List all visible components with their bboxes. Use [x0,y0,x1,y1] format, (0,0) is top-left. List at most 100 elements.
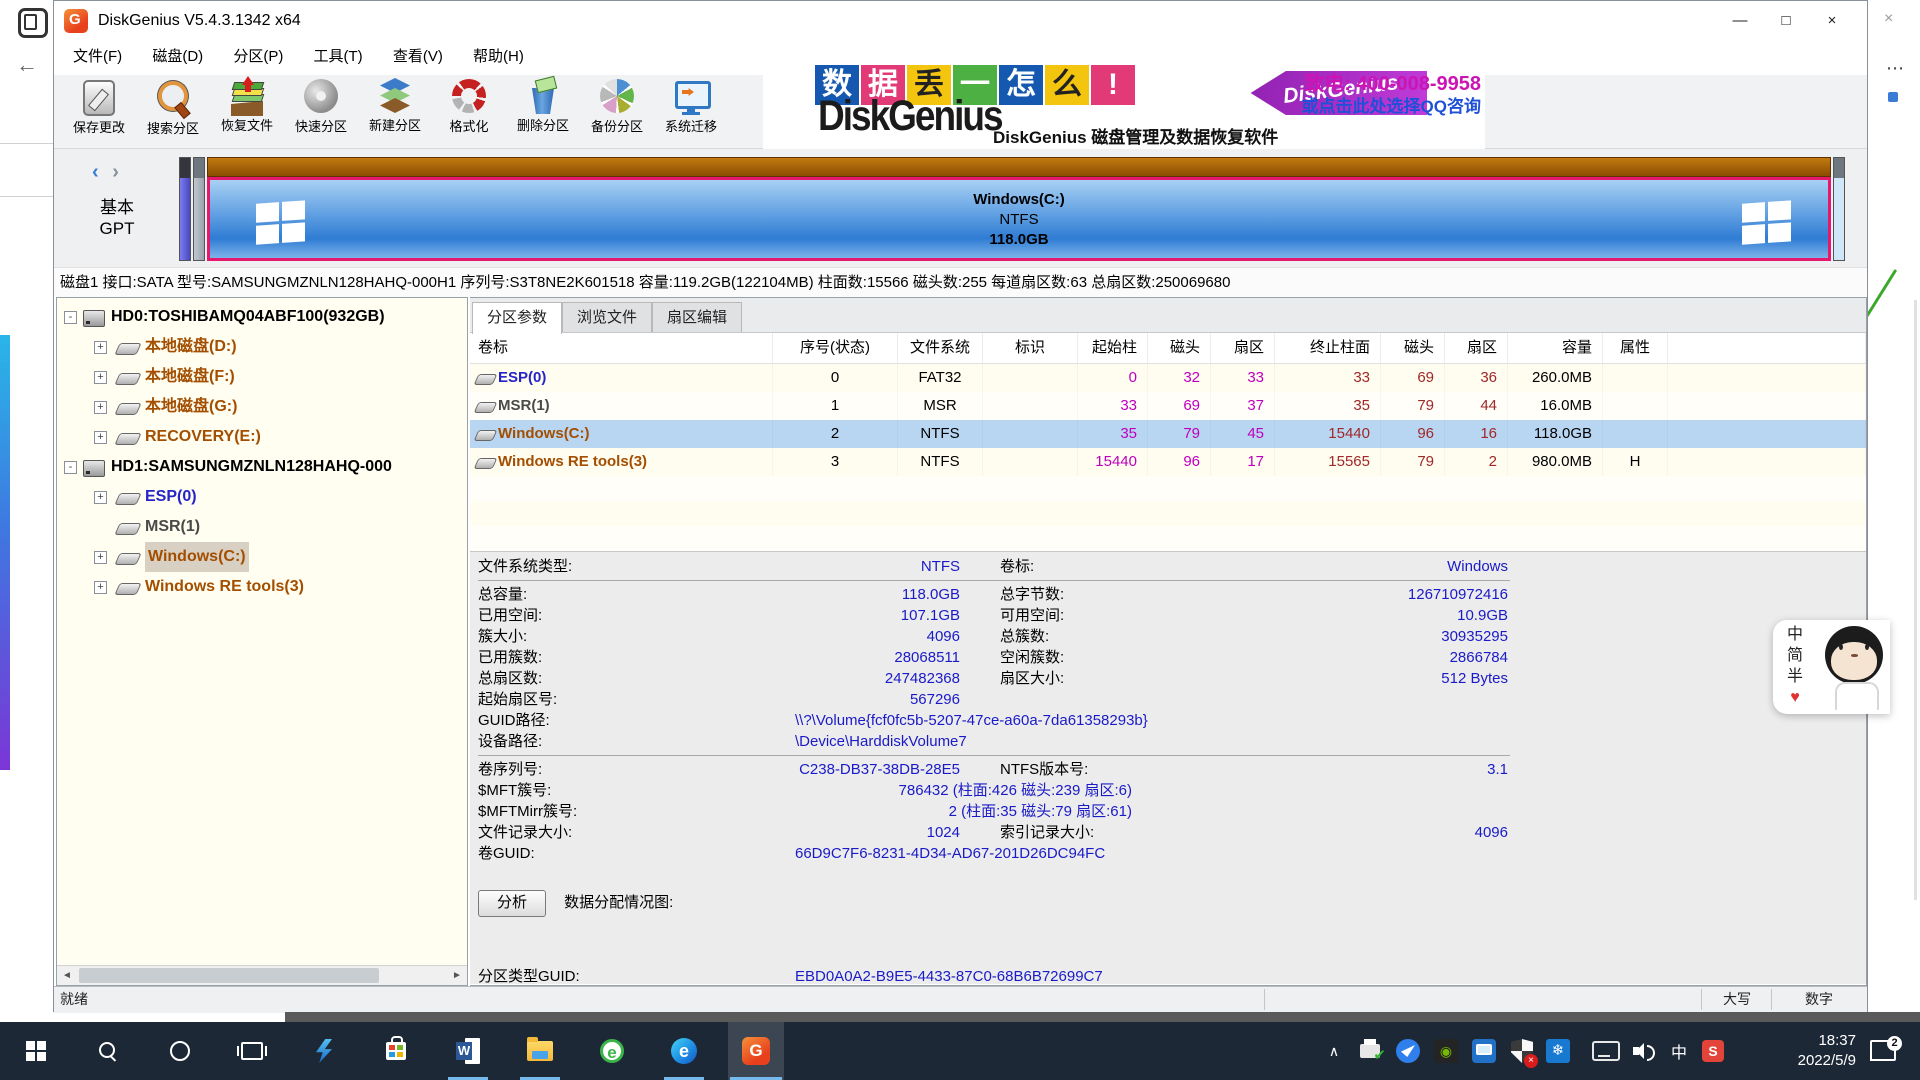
analyze-button[interactable]: 分析 [478,890,546,917]
expander-icon[interactable]: + [94,431,107,444]
col-start-cyl[interactable]: 起始柱面 [1078,333,1148,363]
cortana-button[interactable] [152,1022,208,1080]
tray-touch-keyboard[interactable] [1588,1022,1624,1080]
tray-printer[interactable]: ✔ [1352,1022,1388,1080]
taskbar-search-button[interactable] [80,1022,136,1080]
expander-icon[interactable]: + [94,401,107,414]
col-start-head[interactable]: 磁头 [1148,333,1211,363]
ime-mode-simplified[interactable]: 简 [1785,645,1805,666]
backup-partition-button[interactable]: 备份分区 [580,77,654,147]
tree-item-local-f[interactable]: + 本地磁盘(F:) [57,362,467,392]
taskbar-app-flash[interactable] [296,1022,352,1080]
tray-intel-graphics[interactable] [1466,1022,1502,1080]
back-arrow-icon[interactable]: ← [16,52,38,78]
tab-partition-params[interactable]: 分区参数 [472,302,562,334]
table-row-windows-c[interactable]: Windows(C:) 2 NTFS 35 79 45 15440 96 16 … [470,420,1866,448]
col-volume[interactable]: 卷标 [470,333,773,363]
ime-mode-cn[interactable]: 中 [1785,624,1805,645]
taskbar-app-diskgenius[interactable]: G [728,1022,784,1080]
system-migration-button[interactable]: 系统迁移 [654,77,728,147]
prev-disk-icon[interactable]: ‹ [92,161,99,183]
minimize-button[interactable]: — [1717,1,1763,41]
tree-horizontal-scrollbar[interactable]: ◄ ► [57,965,467,985]
expander-icon[interactable]: + [94,341,107,354]
ime-mode-half[interactable]: 半 [1785,666,1805,687]
tray-nvidia[interactable]: ◉ [1428,1022,1464,1080]
expander-icon[interactable]: - [64,311,77,324]
tray-snowflake-app[interactable]: ❄ [1540,1022,1576,1080]
heart-icon[interactable]: ♥ [1785,687,1805,708]
expander-icon[interactable]: + [94,371,107,384]
expander-icon[interactable]: + [94,581,107,594]
menu-tools[interactable]: 工具(T) [301,41,376,73]
quick-partition-button[interactable]: 快速分区 [284,77,358,147]
tray-feishu[interactable] [1390,1022,1426,1080]
col-end-head[interactable]: 磁头 [1381,333,1445,363]
col-filesystem[interactable]: 文件系统 [898,333,983,363]
windows-c-partition-bar[interactable]: Windows(C:) NTFS 118.0GB [207,157,1831,261]
close-button[interactable]: × [1809,1,1855,41]
menu-partition[interactable]: 分区(P) [220,41,296,73]
expander-icon[interactable]: - [64,461,77,474]
tree-item-windows-re[interactable]: + Windows RE tools(3) [57,572,467,602]
col-capacity[interactable]: 容量 [1508,333,1603,363]
taskbar-app-store[interactable] [368,1022,424,1080]
taskbar-app-ie[interactable]: e [584,1022,640,1080]
maximize-button[interactable]: □ [1763,1,1809,41]
col-tag[interactable]: 标识 [983,333,1078,363]
delete-partition-button[interactable]: 删除分区 [506,77,580,147]
tree-item-hd0[interactable]: - HD0:TOSHIBAMQ04ABF100(932GB) [57,302,467,332]
tray-volume[interactable] [1626,1022,1662,1080]
taskbar-app-word[interactable]: W [440,1022,496,1080]
tray-sogou[interactable]: S [1698,1022,1728,1080]
scrollbar-thumb[interactable] [79,968,379,983]
expander-icon[interactable]: + [94,551,107,564]
menu-view[interactable]: 查看(V) [380,41,456,73]
menu-file[interactable]: 文件(F) [60,41,135,73]
tab-browse-files[interactable]: 浏览文件 [562,302,652,332]
scroll-left-icon[interactable]: ◄ [57,966,77,985]
background-close-icon[interactable]: × [1884,10,1893,28]
tray-ime[interactable]: 中 [1664,1022,1694,1080]
next-disk-icon[interactable]: › [112,161,119,183]
taskbar-app-edge[interactable]: e [656,1022,712,1080]
table-row-esp[interactable]: ESP(0) 0 FAT32 0 32 33 33 69 36 260.0MB [470,364,1866,392]
start-button[interactable] [8,1022,64,1080]
tab-sector-edit[interactable]: 扇区编辑 [652,302,742,332]
tree-item-recovery-e[interactable]: + RECOVERY(E:) [57,422,467,452]
search-partition-button[interactable]: 搜索分区 [136,77,210,147]
menu-help[interactable]: 帮助(H) [460,41,537,73]
scroll-right-icon[interactable]: ► [447,966,467,985]
esp-partition-bar[interactable] [179,157,191,261]
tree-item-windows-c[interactable]: + Windows(C:) [57,542,467,572]
ad-banner[interactable]: 数据丢一怎么! DiskGenius DiskGenius 致电: 400-00… [763,65,1485,149]
background-scrollbar[interactable] [1914,300,1917,900]
col-index-status[interactable]: 序号(状态) [773,333,898,363]
taskbar-clock[interactable]: 18:37 2022/5/9 [1760,1031,1856,1071]
tree-item-msr[interactable]: MSR(1) [57,512,467,542]
format-button[interactable]: 格式化 [432,77,506,147]
col-end-sector[interactable]: 扇区 [1445,333,1508,363]
tree-item-hd1[interactable]: - HD1:SAMSUNGMZNLN128HAHQ-000 [57,452,467,482]
action-center-button[interactable]: 2 [1868,1036,1902,1066]
task-view-button[interactable] [224,1022,280,1080]
col-end-cyl[interactable]: 终止柱面 [1275,333,1381,363]
taskbar-app-explorer[interactable] [512,1022,568,1080]
tree-item-local-g[interactable]: + 本地磁盘(G:) [57,392,467,422]
ad-qq-link[interactable]: 或点击此处选择QQ咨询 [1302,92,1481,117]
tray-defender[interactable]: × [1504,1022,1540,1080]
col-start-sector[interactable]: 扇区 [1211,333,1275,363]
tree-item-esp[interactable]: + ESP(0) [57,482,467,512]
expander-icon[interactable]: + [94,491,107,504]
new-partition-button[interactable]: 新建分区 [358,77,432,147]
tree-item-local-d[interactable]: + 本地磁盘(D:) [57,332,467,362]
ime-assistant-card[interactable]: 中 简 半 ♥ [1773,620,1890,714]
col-attr[interactable]: 属性 [1603,333,1668,363]
save-changes-button[interactable]: 保存更改 [62,77,136,147]
more-menu-icon[interactable]: ⋯ [1886,58,1904,79]
table-row-msr[interactable]: MSR(1) 1 MSR 33 69 37 35 79 44 16.0MB [470,392,1866,420]
menu-disk[interactable]: 磁盘(D) [139,41,216,73]
tray-expand-button[interactable]: ∧ [1316,1022,1352,1080]
recover-files-button[interactable]: 恢复文件 [210,77,284,147]
table-row-windows-re[interactable]: Windows RE tools(3) 3 NTFS 15440 96 17 1… [470,448,1866,476]
